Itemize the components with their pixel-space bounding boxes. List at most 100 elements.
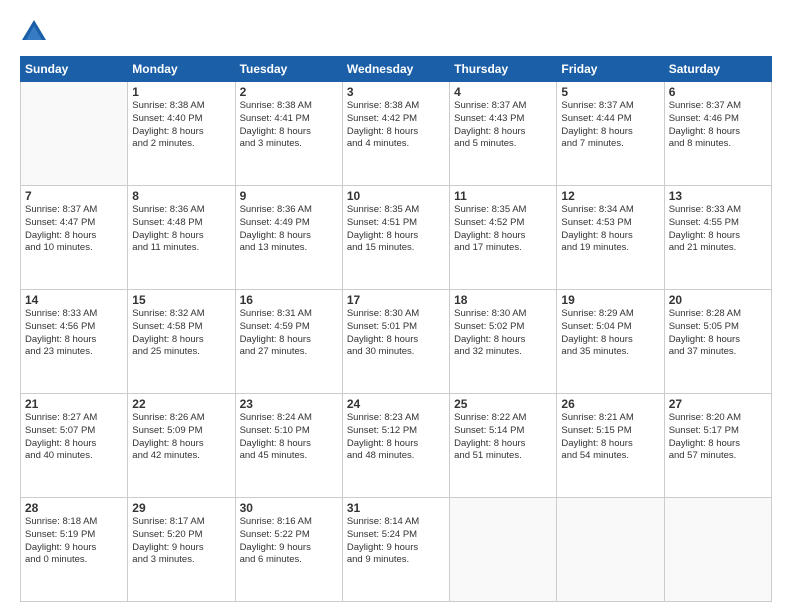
day-number: 26 bbox=[561, 397, 659, 411]
day-info: Sunrise: 8:38 AM Sunset: 4:41 PM Dayligh… bbox=[240, 100, 338, 151]
day-info: Sunrise: 8:27 AM Sunset: 5:07 PM Dayligh… bbox=[25, 412, 123, 463]
day-cell: 9Sunrise: 8:36 AM Sunset: 4:49 PM Daylig… bbox=[235, 186, 342, 290]
day-number: 25 bbox=[454, 397, 552, 411]
day-info: Sunrise: 8:37 AM Sunset: 4:46 PM Dayligh… bbox=[669, 100, 767, 151]
day-cell: 2Sunrise: 8:38 AM Sunset: 4:41 PM Daylig… bbox=[235, 82, 342, 186]
day-info: Sunrise: 8:23 AM Sunset: 5:12 PM Dayligh… bbox=[347, 412, 445, 463]
day-cell: 23Sunrise: 8:24 AM Sunset: 5:10 PM Dayli… bbox=[235, 394, 342, 498]
day-number: 30 bbox=[240, 501, 338, 515]
day-number: 8 bbox=[132, 189, 230, 203]
day-number: 27 bbox=[669, 397, 767, 411]
day-cell: 12Sunrise: 8:34 AM Sunset: 4:53 PM Dayli… bbox=[557, 186, 664, 290]
day-cell bbox=[557, 498, 664, 602]
day-cell: 27Sunrise: 8:20 AM Sunset: 5:17 PM Dayli… bbox=[664, 394, 771, 498]
day-number: 31 bbox=[347, 501, 445, 515]
col-header-friday: Friday bbox=[557, 57, 664, 82]
day-cell: 14Sunrise: 8:33 AM Sunset: 4:56 PM Dayli… bbox=[21, 290, 128, 394]
day-cell: 16Sunrise: 8:31 AM Sunset: 4:59 PM Dayli… bbox=[235, 290, 342, 394]
week-row-1: 1Sunrise: 8:38 AM Sunset: 4:40 PM Daylig… bbox=[21, 82, 772, 186]
day-info: Sunrise: 8:17 AM Sunset: 5:20 PM Dayligh… bbox=[132, 516, 230, 567]
day-cell: 15Sunrise: 8:32 AM Sunset: 4:58 PM Dayli… bbox=[128, 290, 235, 394]
day-cell: 11Sunrise: 8:35 AM Sunset: 4:52 PM Dayli… bbox=[450, 186, 557, 290]
day-info: Sunrise: 8:16 AM Sunset: 5:22 PM Dayligh… bbox=[240, 516, 338, 567]
day-number: 19 bbox=[561, 293, 659, 307]
calendar-table: SundayMondayTuesdayWednesdayThursdayFrid… bbox=[20, 56, 772, 602]
day-info: Sunrise: 8:20 AM Sunset: 5:17 PM Dayligh… bbox=[669, 412, 767, 463]
day-cell: 13Sunrise: 8:33 AM Sunset: 4:55 PM Dayli… bbox=[664, 186, 771, 290]
day-info: Sunrise: 8:18 AM Sunset: 5:19 PM Dayligh… bbox=[25, 516, 123, 567]
day-cell: 8Sunrise: 8:36 AM Sunset: 4:48 PM Daylig… bbox=[128, 186, 235, 290]
day-info: Sunrise: 8:37 AM Sunset: 4:47 PM Dayligh… bbox=[25, 204, 123, 255]
week-row-5: 28Sunrise: 8:18 AM Sunset: 5:19 PM Dayli… bbox=[21, 498, 772, 602]
day-cell bbox=[664, 498, 771, 602]
logo-icon bbox=[20, 18, 48, 46]
day-number: 22 bbox=[132, 397, 230, 411]
day-cell: 17Sunrise: 8:30 AM Sunset: 5:01 PM Dayli… bbox=[342, 290, 449, 394]
col-header-saturday: Saturday bbox=[664, 57, 771, 82]
day-number: 23 bbox=[240, 397, 338, 411]
day-info: Sunrise: 8:37 AM Sunset: 4:44 PM Dayligh… bbox=[561, 100, 659, 151]
day-number: 16 bbox=[240, 293, 338, 307]
page: SundayMondayTuesdayWednesdayThursdayFrid… bbox=[0, 0, 792, 612]
day-info: Sunrise: 8:30 AM Sunset: 5:01 PM Dayligh… bbox=[347, 308, 445, 359]
day-cell: 28Sunrise: 8:18 AM Sunset: 5:19 PM Dayli… bbox=[21, 498, 128, 602]
week-row-4: 21Sunrise: 8:27 AM Sunset: 5:07 PM Dayli… bbox=[21, 394, 772, 498]
day-number: 17 bbox=[347, 293, 445, 307]
day-number: 18 bbox=[454, 293, 552, 307]
day-info: Sunrise: 8:38 AM Sunset: 4:42 PM Dayligh… bbox=[347, 100, 445, 151]
col-header-thursday: Thursday bbox=[450, 57, 557, 82]
day-info: Sunrise: 8:28 AM Sunset: 5:05 PM Dayligh… bbox=[669, 308, 767, 359]
day-info: Sunrise: 8:35 AM Sunset: 4:51 PM Dayligh… bbox=[347, 204, 445, 255]
col-header-monday: Monday bbox=[128, 57, 235, 82]
day-cell: 21Sunrise: 8:27 AM Sunset: 5:07 PM Dayli… bbox=[21, 394, 128, 498]
day-cell bbox=[450, 498, 557, 602]
day-cell: 26Sunrise: 8:21 AM Sunset: 5:15 PM Dayli… bbox=[557, 394, 664, 498]
day-info: Sunrise: 8:36 AM Sunset: 4:49 PM Dayligh… bbox=[240, 204, 338, 255]
week-row-2: 7Sunrise: 8:37 AM Sunset: 4:47 PM Daylig… bbox=[21, 186, 772, 290]
day-cell: 25Sunrise: 8:22 AM Sunset: 5:14 PM Dayli… bbox=[450, 394, 557, 498]
day-info: Sunrise: 8:29 AM Sunset: 5:04 PM Dayligh… bbox=[561, 308, 659, 359]
day-cell: 31Sunrise: 8:14 AM Sunset: 5:24 PM Dayli… bbox=[342, 498, 449, 602]
day-number: 24 bbox=[347, 397, 445, 411]
day-number: 20 bbox=[669, 293, 767, 307]
col-header-tuesday: Tuesday bbox=[235, 57, 342, 82]
col-header-sunday: Sunday bbox=[21, 57, 128, 82]
day-number: 14 bbox=[25, 293, 123, 307]
day-cell: 22Sunrise: 8:26 AM Sunset: 5:09 PM Dayli… bbox=[128, 394, 235, 498]
day-cell: 3Sunrise: 8:38 AM Sunset: 4:42 PM Daylig… bbox=[342, 82, 449, 186]
week-row-3: 14Sunrise: 8:33 AM Sunset: 4:56 PM Dayli… bbox=[21, 290, 772, 394]
day-info: Sunrise: 8:38 AM Sunset: 4:40 PM Dayligh… bbox=[132, 100, 230, 151]
day-info: Sunrise: 8:31 AM Sunset: 4:59 PM Dayligh… bbox=[240, 308, 338, 359]
col-header-wednesday: Wednesday bbox=[342, 57, 449, 82]
day-cell: 19Sunrise: 8:29 AM Sunset: 5:04 PM Dayli… bbox=[557, 290, 664, 394]
day-cell: 7Sunrise: 8:37 AM Sunset: 4:47 PM Daylig… bbox=[21, 186, 128, 290]
day-info: Sunrise: 8:22 AM Sunset: 5:14 PM Dayligh… bbox=[454, 412, 552, 463]
day-info: Sunrise: 8:37 AM Sunset: 4:43 PM Dayligh… bbox=[454, 100, 552, 151]
day-cell: 6Sunrise: 8:37 AM Sunset: 4:46 PM Daylig… bbox=[664, 82, 771, 186]
day-number: 13 bbox=[669, 189, 767, 203]
day-info: Sunrise: 8:26 AM Sunset: 5:09 PM Dayligh… bbox=[132, 412, 230, 463]
day-cell bbox=[21, 82, 128, 186]
day-cell: 24Sunrise: 8:23 AM Sunset: 5:12 PM Dayli… bbox=[342, 394, 449, 498]
day-number: 15 bbox=[132, 293, 230, 307]
day-info: Sunrise: 8:21 AM Sunset: 5:15 PM Dayligh… bbox=[561, 412, 659, 463]
day-info: Sunrise: 8:33 AM Sunset: 4:55 PM Dayligh… bbox=[669, 204, 767, 255]
day-number: 28 bbox=[25, 501, 123, 515]
day-cell: 5Sunrise: 8:37 AM Sunset: 4:44 PM Daylig… bbox=[557, 82, 664, 186]
day-number: 3 bbox=[347, 85, 445, 99]
day-number: 2 bbox=[240, 85, 338, 99]
day-info: Sunrise: 8:14 AM Sunset: 5:24 PM Dayligh… bbox=[347, 516, 445, 567]
day-info: Sunrise: 8:33 AM Sunset: 4:56 PM Dayligh… bbox=[25, 308, 123, 359]
day-number: 29 bbox=[132, 501, 230, 515]
day-cell: 1Sunrise: 8:38 AM Sunset: 4:40 PM Daylig… bbox=[128, 82, 235, 186]
day-info: Sunrise: 8:30 AM Sunset: 5:02 PM Dayligh… bbox=[454, 308, 552, 359]
day-number: 10 bbox=[347, 189, 445, 203]
day-info: Sunrise: 8:24 AM Sunset: 5:10 PM Dayligh… bbox=[240, 412, 338, 463]
day-number: 7 bbox=[25, 189, 123, 203]
day-info: Sunrise: 8:35 AM Sunset: 4:52 PM Dayligh… bbox=[454, 204, 552, 255]
day-cell: 4Sunrise: 8:37 AM Sunset: 4:43 PM Daylig… bbox=[450, 82, 557, 186]
day-info: Sunrise: 8:34 AM Sunset: 4:53 PM Dayligh… bbox=[561, 204, 659, 255]
day-info: Sunrise: 8:32 AM Sunset: 4:58 PM Dayligh… bbox=[132, 308, 230, 359]
header-row: SundayMondayTuesdayWednesdayThursdayFrid… bbox=[21, 57, 772, 82]
day-number: 6 bbox=[669, 85, 767, 99]
